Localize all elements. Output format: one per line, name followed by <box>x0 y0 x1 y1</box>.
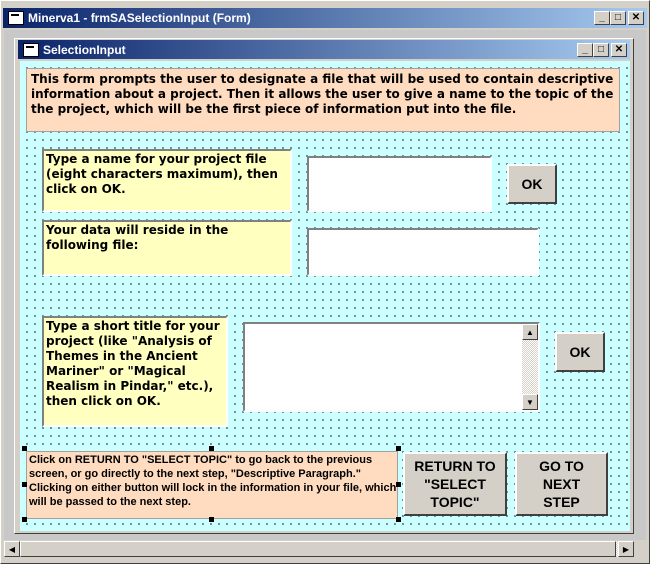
project-title-textarea[interactable]: ▲ ▼ <box>243 322 540 412</box>
project-title-ok-button[interactable]: OK <box>555 332 605 372</box>
textarea-scrollbar[interactable]: ▲ ▼ <box>522 324 538 410</box>
horizontal-scrollbar[interactable]: ◀ ▶ <box>4 541 634 557</box>
intro-description: This form prompts the user to designate … <box>26 68 620 132</box>
inner-close-button[interactable]: ✕ <box>611 42 627 57</box>
project-file-input[interactable] <box>307 156 492 212</box>
data-file-label: Your data will reside in the following f… <box>42 220 292 276</box>
selection-handle-tl[interactable] <box>22 446 27 451</box>
selection-handle-tm[interactable] <box>209 446 214 451</box>
inner-form-icon <box>23 42 39 57</box>
outer-title-bar[interactable]: Minerva1 - frmSASelectionInput (Form) _ … <box>3 8 647 28</box>
outer-minimize-button[interactable]: _ <box>594 11 610 25</box>
outer-window-title: Minerva1 - frmSASelectionInput (Form) <box>28 11 251 25</box>
scrollbar-corner <box>634 541 646 557</box>
project-title-label: Type a short title for your project (lik… <box>42 316 228 427</box>
go-to-next-step-button[interactable]: GO TO NEXT STEP <box>515 452 608 516</box>
scroll-left-button[interactable]: ◀ <box>4 541 20 557</box>
outer-close-button[interactable]: ✕ <box>628 11 644 25</box>
project-file-label: Type a name for your project file (eight… <box>42 149 292 212</box>
selection-handle-bl[interactable] <box>22 517 27 522</box>
selection-handle-bm[interactable] <box>209 517 214 522</box>
inner-minimize-button[interactable]: _ <box>577 42 593 57</box>
return-to-select-topic-button[interactable]: RETURN TO "SELECT TOPIC" <box>403 452 507 516</box>
scroll-thumb[interactable] <box>20 541 616 557</box>
inner-window-title: SelectionInput <box>43 42 126 57</box>
selection-handle-mr[interactable] <box>396 482 401 487</box>
outer-maximize-button[interactable]: □ <box>610 11 626 25</box>
data-file-display[interactable] <box>307 228 539 276</box>
scroll-right-button[interactable]: ▶ <box>618 541 634 557</box>
inner-maximize-button[interactable]: □ <box>593 42 609 57</box>
selection-handle-tr[interactable] <box>396 446 401 451</box>
scroll-down-button[interactable]: ▼ <box>522 394 538 410</box>
footer-instructions: Click on RETURN TO "SELECT TOPIC" to go … <box>29 454 397 508</box>
inner-title-bar[interactable]: SelectionInput _ □ ✕ <box>18 40 630 59</box>
selection-handle-br[interactable] <box>396 517 401 522</box>
project-file-ok-button[interactable]: OK <box>507 164 557 204</box>
scroll-up-button[interactable]: ▲ <box>522 324 538 340</box>
selection-handle-ml[interactable] <box>22 482 27 487</box>
form-app-icon <box>8 11 24 25</box>
